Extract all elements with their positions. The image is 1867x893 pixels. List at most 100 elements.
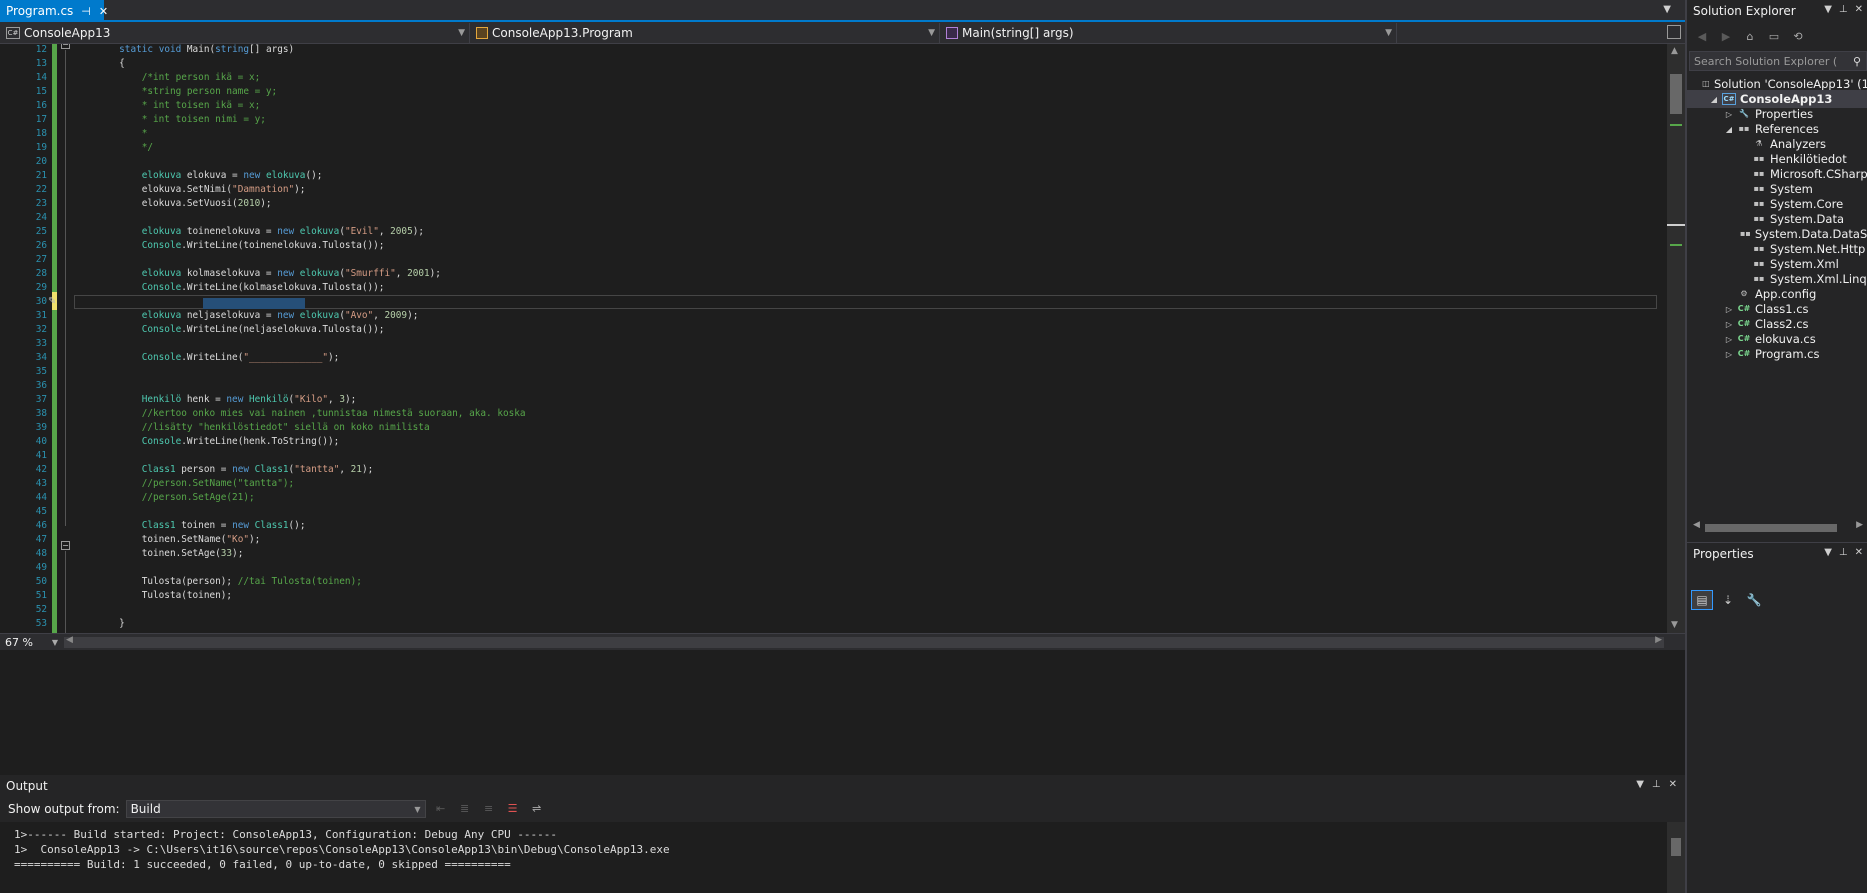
word-wrap-icon[interactable]: ⇌ (528, 801, 546, 817)
code-line[interactable]: elokuva.SetNimi("Damnation"); (74, 184, 306, 195)
forward-icon[interactable]: ▶ (1717, 29, 1735, 45)
code-line[interactable]: elokuva neljaselokuva = new elokuva("Avo… (74, 310, 419, 321)
properties-title: Properties (1693, 546, 1754, 561)
line-number: 23 (35, 198, 47, 209)
expander-icon[interactable]: ▷ (1723, 305, 1735, 314)
solution-explorer-horizontal-scrollbar[interactable]: ◀ ▶ (1693, 520, 1863, 533)
split-window-icon[interactable] (1667, 25, 1681, 39)
window-position-icon[interactable]: ▼ (1824, 547, 1832, 558)
tab-overflow-icon[interactable]: ▼ (1663, 4, 1671, 15)
pin-icon[interactable]: ⊥ (1839, 4, 1848, 15)
scroll-right-icon[interactable]: ▶ (1655, 635, 1662, 645)
window-position-icon[interactable]: ▼ (1636, 779, 1644, 790)
code-line[interactable]: //person.SetName("tantta"); (74, 478, 294, 489)
code-line[interactable]: * (74, 128, 148, 139)
editor-vertical-scrollbar[interactable]: ▲ ▼ (1667, 44, 1685, 633)
code-line[interactable]: */ (74, 142, 153, 153)
scrollbar-thumb[interactable] (1671, 838, 1681, 856)
code-line[interactable]: Console.WriteLine(henk.ToString()); (74, 436, 340, 447)
code-line[interactable]: Class1 person = new Class1("tantta", 21)… (74, 464, 374, 475)
code-line[interactable]: Console.WriteLine(toinenelokuva.Tulosta(… (74, 240, 385, 251)
close-icon[interactable]: ✕ (1855, 547, 1863, 558)
code-line[interactable]: toinen.SetName("Ko"); (74, 534, 261, 545)
clear-all-icon[interactable]: ☰ (504, 801, 522, 817)
solution-explorer-search[interactable]: Search Solution Explorer ( ⚲ (1689, 51, 1867, 71)
solution-explorer-toolbar: ◀ ▶ ⌂ ▭ ⟲ (1687, 24, 1867, 50)
member-dropdown[interactable]: Main(string[] args) ▼ (942, 23, 1397, 43)
pin-icon[interactable]: ⊣ (81, 5, 91, 18)
expander-icon[interactable]: ◢ (1723, 125, 1735, 134)
code-token: elokuva.SetNimi( (74, 184, 233, 195)
home-icon[interactable]: ⌂ (1741, 29, 1759, 45)
code-line[interactable]: * int toisen ikä = x; (74, 100, 261, 111)
collapse-icon[interactable]: − (61, 44, 70, 49)
scroll-right-icon[interactable]: ▶ (1856, 520, 1863, 530)
alphabetical-icon[interactable]: ⇣ (1717, 590, 1739, 610)
search-icon[interactable]: ⚲ (1853, 55, 1866, 68)
close-icon[interactable]: ✕ (99, 5, 108, 18)
output-source-dropdown[interactable]: Build ▼ (125, 800, 426, 818)
code-line[interactable]: { (74, 58, 125, 69)
next-message-icon[interactable]: ≡ (480, 801, 498, 817)
pending-changes-icon[interactable]: ⟲ (1789, 29, 1807, 45)
code-token: (); (288, 520, 306, 531)
pin-icon[interactable]: ⊥ (1839, 547, 1848, 558)
code-line[interactable]: elokuva kolmaselokuva = new elokuva("Smu… (74, 268, 441, 279)
project-dropdown[interactable]: C# ConsoleApp13 ▼ (2, 23, 470, 43)
editor-horizontal-scrollbar[interactable]: ◀ ▶ (64, 635, 1664, 648)
code-line[interactable]: /*int person ikä = x; (74, 72, 261, 83)
close-icon[interactable]: ✕ (1855, 4, 1863, 15)
class-dropdown[interactable]: ConsoleApp13.Program ▼ (472, 23, 940, 43)
code-line[interactable]: Console.WriteLine(neljaselokuva.Tulosta(… (74, 324, 385, 335)
code-line[interactable]: elokuva elokuva = new elokuva(); (74, 170, 323, 181)
code-line[interactable]: static void Main(string[] args) (74, 44, 294, 55)
code-line[interactable]: Console.WriteLine("_____________"); (74, 352, 340, 363)
collapse-icon[interactable]: − (61, 541, 70, 550)
code-text[interactable]: static void Main(string[] args) { /*int … (74, 44, 1664, 633)
output-text[interactable]: 1>------ Build started: Project: Console… (0, 822, 1667, 893)
scrollbar-thumb[interactable] (1705, 524, 1837, 532)
code-line[interactable]: elokuva toinenelokuva = new elokuva("Evi… (74, 226, 424, 237)
close-icon[interactable]: ✕ (1669, 779, 1677, 790)
zoom-dropdown[interactable]: 67 % ▼ (2, 635, 62, 650)
solution-tree[interactable]: ◫ Solution 'ConsoleApp13' (1 ◢ C# ConsoleApp… (1687, 75, 1867, 515)
code-token: //lisätty "henkilöstiedot" siellä on kok… (74, 422, 430, 433)
code-line[interactable]: elokuva.SetVuosi(2010); (74, 198, 272, 209)
code-line[interactable]: Tulosta(toinen); (74, 590, 232, 601)
expander-icon[interactable]: ▷ (1723, 350, 1735, 359)
code-line[interactable]: Class1 toinen = new Class1(); (74, 520, 306, 531)
expander-icon[interactable]: ▷ (1723, 110, 1735, 119)
code-line[interactable]: Console.WriteLine(kolmaselokuva.Tulosta(… (74, 282, 385, 293)
back-icon[interactable]: ◀ (1693, 29, 1711, 45)
categorized-icon[interactable]: ▤ (1691, 590, 1713, 610)
switch-views-icon[interactable]: ▭ (1765, 29, 1783, 45)
code-line[interactable]: * int toisen nimi = y; (74, 114, 266, 125)
code-line[interactable]: //kertoo onko mies vai nainen ,tunnistaa… (74, 408, 526, 419)
code-line[interactable]: Tulosta(person); //tai Tulosta(toinen); (74, 576, 362, 587)
code-line[interactable]: toinen.SetAge(33); (74, 548, 244, 559)
code-line[interactable]: *string person name = y; (74, 86, 277, 97)
scroll-left-icon[interactable]: ◀ (1693, 520, 1700, 530)
find-message-icon[interactable]: ⇤ (432, 801, 450, 817)
previous-message-icon[interactable]: ≣ (456, 801, 474, 817)
code-token: ); (248, 534, 261, 545)
code-line[interactable]: Henkilö henk = new Henkilö("Kilo", 3); (74, 394, 357, 405)
code-line[interactable]: //person.SetAge(21); (74, 492, 255, 503)
output-vertical-scrollbar[interactable] (1667, 822, 1685, 893)
scroll-down-icon[interactable]: ▼ (1671, 620, 1678, 630)
pin-icon[interactable]: ⊥ (1652, 779, 1661, 790)
expander-icon[interactable]: ◢ (1708, 95, 1720, 104)
expander-icon[interactable]: ▷ (1723, 335, 1735, 344)
code-line[interactable]: //lisätty "henkilöstiedot" siellä on kok… (74, 422, 430, 433)
scroll-left-icon[interactable]: ◀ (66, 635, 73, 645)
scroll-up-icon[interactable]: ▲ (1671, 46, 1678, 56)
tree-item[interactable]: ▷ C# Program.cs (1687, 345, 1867, 363)
code-line[interactable]: } (74, 618, 125, 629)
property-pages-icon[interactable]: 🔧 (1743, 590, 1765, 610)
window-position-icon[interactable]: ▼ (1824, 4, 1832, 15)
tab-program-cs[interactable]: Program.cs ⊣ ✕ (0, 0, 108, 22)
scrollbar-thumb[interactable] (1670, 74, 1682, 114)
code-area[interactable]: 12 13 14 15 16 17 18 19 20 21 22 23 24 25 26 27 28 29 30 31… (0, 44, 1667, 633)
expander-icon[interactable]: ▷ (1723, 320, 1735, 329)
